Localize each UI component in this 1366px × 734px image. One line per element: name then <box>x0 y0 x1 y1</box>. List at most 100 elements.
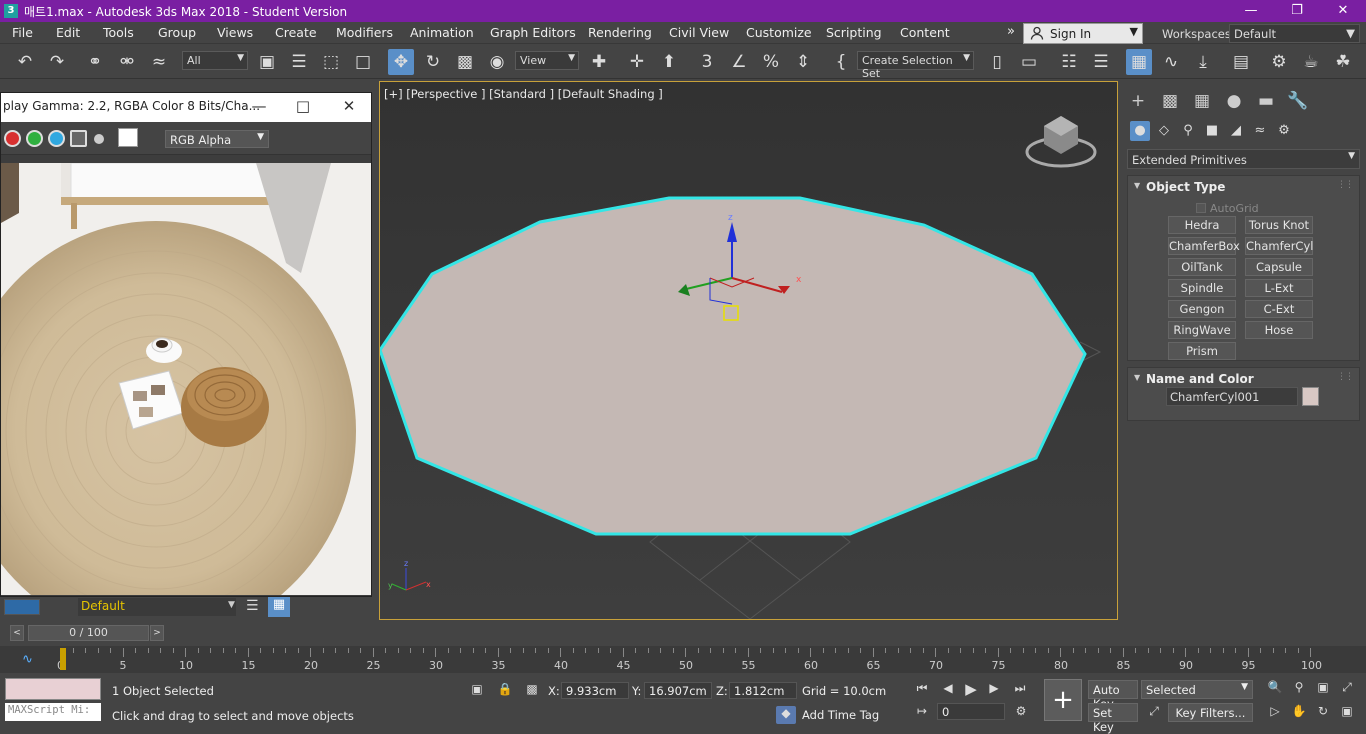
pivot-center-icon[interactable]: ✚ <box>586 49 612 75</box>
set-key-large-icon[interactable]: + <box>1044 679 1082 721</box>
menu-graph-editors[interactable]: Graph Editors <box>490 25 576 40</box>
hose-button[interactable]: Hose <box>1245 321 1313 339</box>
object-name-field[interactable]: ChamferCyl001 <box>1166 387 1298 406</box>
menu-scripting[interactable]: Scripting <box>826 25 882 40</box>
toggle-ribbon-icon[interactable]: ▦ <box>1126 49 1152 75</box>
maxscript-mini-listener[interactable]: MAXScript Mi: <box>5 703 101 721</box>
key-filters-button[interactable]: Key Filters... <box>1168 703 1253 722</box>
select-by-name-icon[interactable]: ☰ <box>286 49 312 75</box>
curve-editor-icon[interactable]: ∿ <box>1158 49 1184 75</box>
key-selection-dropdown[interactable]: Selected ▼ <box>1141 680 1253 699</box>
collapse-icon[interactable]: ▼ <box>1134 181 1140 190</box>
selection-filter-dropdown[interactable]: All ▼ <box>182 51 248 70</box>
next-key-icon[interactable]: ▶ <box>985 681 1003 695</box>
menu-group[interactable]: Group <box>158 25 196 40</box>
align-icon[interactable]: ▭ <box>1016 49 1042 75</box>
snaps-toggle-icon[interactable]: 3 <box>694 49 720 75</box>
chamfercyl-button[interactable]: ChamferCyl <box>1245 237 1313 255</box>
go-to-end-icon[interactable]: ⏭ <box>1011 681 1029 696</box>
maxscript-listener-output[interactable] <box>5 678 101 700</box>
orbit-icon[interactable]: ↻ <box>1314 704 1332 718</box>
auto-key-button[interactable]: Auto Key <box>1088 680 1138 711</box>
layer-explorer-icon[interactable]: ☰ <box>1088 49 1114 75</box>
menu-views[interactable]: Views <box>217 25 253 40</box>
space-warps-icon[interactable]: ≈ <box>1250 121 1270 141</box>
minimize-icon[interactable]: — <box>249 97 269 117</box>
spindle-button[interactable]: Spindle <box>1168 279 1236 297</box>
z-coordinate-field[interactable]: 1.812cm <box>729 682 797 699</box>
collapse-icon[interactable]: ▼ <box>1134 373 1140 382</box>
next-frame-icon[interactable]: > <box>150 625 164 641</box>
current-frame-marker[interactable] <box>60 648 66 670</box>
chamferbox-button[interactable]: ChamferBox <box>1168 237 1240 255</box>
select-and-place-icon[interactable]: ◉ <box>484 49 510 75</box>
window-crossing-icon[interactable]: □ <box>350 49 376 75</box>
select-and-scale-icon[interactable]: ▩ <box>452 49 478 75</box>
name-and-color-title[interactable]: Name and Color <box>1146 372 1254 386</box>
spinner-snap-icon[interactable]: ⇕ <box>790 49 816 75</box>
bind-space-warp-icon[interactable]: ≈ <box>146 49 172 75</box>
close-button[interactable]: ✕ <box>1320 0 1366 22</box>
viewcube[interactable] <box>1025 116 1097 168</box>
gengon-button[interactable]: Gengon <box>1168 300 1236 318</box>
menu-create[interactable]: Create <box>275 25 317 40</box>
helpers-icon[interactable]: ◢ <box>1226 121 1246 141</box>
autogrid-checkbox[interactable]: AutoGrid <box>1196 202 1259 215</box>
shapes-icon[interactable]: ◇ <box>1154 121 1174 141</box>
green-channel-toggle[interactable] <box>26 130 43 147</box>
hedra-button[interactable]: Hedra <box>1168 216 1236 234</box>
object-type-title[interactable]: Object Type <box>1146 180 1225 194</box>
minimize-button[interactable]: — <box>1228 0 1274 22</box>
clear-swatch[interactable] <box>118 128 138 147</box>
maximize-icon[interactable]: □ <box>293 97 313 117</box>
zoom-extents-all-icon[interactable]: ⤢ <box>1338 680 1356 695</box>
current-layer-field[interactable]: Default <box>78 598 236 616</box>
menu-animation[interactable]: Animation <box>410 25 474 40</box>
default-in-out-tangent-icon[interactable]: ⤢ <box>1145 704 1163 719</box>
scene-explorer-swatch[interactable] <box>4 599 40 615</box>
select-manipulate-icon[interactable]: ✛ <box>624 49 650 75</box>
menu-content[interactable]: Content <box>900 25 950 40</box>
maximize-viewport-icon[interactable]: ▣ <box>1338 704 1356 718</box>
restore-button[interactable]: ❐ <box>1274 0 1320 22</box>
menu-civil-view[interactable]: Civil View <box>669 25 729 40</box>
add-time-tag-icon[interactable]: ◆ <box>776 706 796 724</box>
named-selection-dropdown[interactable]: Create Selection Set ▼ <box>857 51 974 80</box>
y-coordinate-field[interactable]: 16.907cm <box>644 682 712 699</box>
alpha-channel-toggle[interactable] <box>70 130 87 147</box>
c-ext-button[interactable]: C-Ext <box>1245 300 1313 318</box>
menu-tools[interactable]: Tools <box>103 25 134 40</box>
previous-frame-icon[interactable]: < <box>10 625 24 641</box>
geometry-category-dropdown[interactable]: Extended Primitives ▼ <box>1127 149 1360 169</box>
scene-explorer-icon[interactable]: ☷ <box>1056 49 1082 75</box>
time-configuration-icon[interactable]: ⚙ <box>1012 704 1030 718</box>
prism-button[interactable]: Prism <box>1168 342 1236 360</box>
curve-editor-mini-icon[interactable]: ∿ <box>22 652 33 667</box>
display-tab-icon[interactable]: ▬ <box>1254 89 1278 113</box>
absolute-mode-icon[interactable]: ▩ <box>523 682 541 696</box>
go-to-start-icon[interactable]: ⏮ <box>913 681 931 696</box>
pan-icon[interactable]: ✋ <box>1290 704 1308 718</box>
red-channel-toggle[interactable] <box>4 130 21 147</box>
time-slider[interactable]: 0 / 100 <box>28 625 149 641</box>
play-icon[interactable]: ▶ <box>962 680 980 698</box>
x-coordinate-field[interactable]: 9.933cm <box>561 682 629 699</box>
motion-tab-icon[interactable]: ● <box>1222 89 1246 113</box>
cameras-icon[interactable]: ■ <box>1202 121 1222 141</box>
mirror-icon[interactable]: ▯ <box>984 49 1010 75</box>
select-and-rotate-icon[interactable]: ↻ <box>420 49 446 75</box>
torus-knot-button[interactable]: Torus Knot <box>1245 216 1313 234</box>
ringwave-button[interactable]: RingWave <box>1168 321 1236 339</box>
zoom-extents-icon[interactable]: ▣ <box>1314 680 1332 694</box>
menu-edit[interactable]: Edit <box>56 25 80 40</box>
blue-channel-toggle[interactable] <box>48 130 65 147</box>
modify-tab-icon[interactable]: ▩ <box>1158 89 1182 113</box>
field-of-view-icon[interactable]: ▷ <box>1266 704 1284 718</box>
utilities-tab-icon[interactable]: 🔧 <box>1286 89 1310 113</box>
unlink-icon[interactable]: ⚮ <box>114 49 140 75</box>
menu-rendering[interactable]: Rendering <box>588 25 652 40</box>
lights-icon[interactable]: ⚲ <box>1178 121 1198 141</box>
zoom-all-icon[interactable]: ⚲ <box>1290 680 1308 694</box>
oiltank-button[interactable]: OilTank <box>1168 258 1236 276</box>
set-key-button[interactable]: Set Key <box>1088 703 1138 734</box>
